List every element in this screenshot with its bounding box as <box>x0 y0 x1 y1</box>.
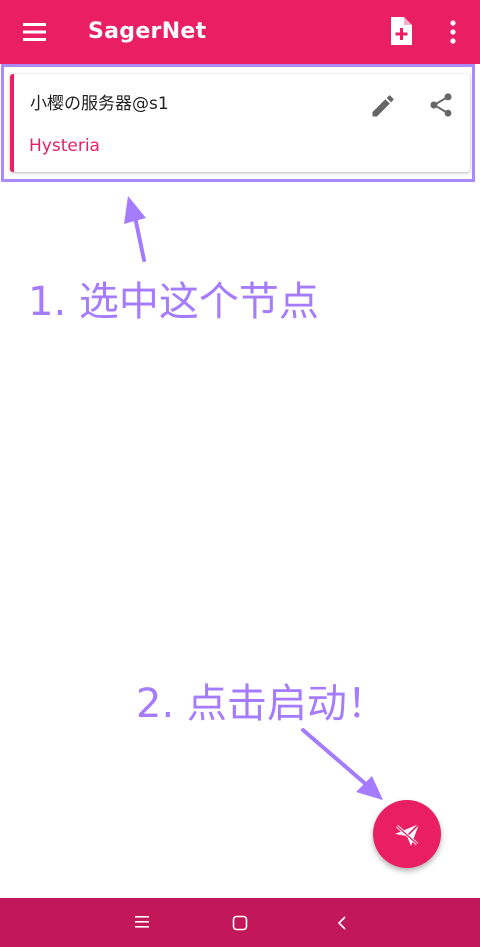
annotation-step-1: 1. 选中这个节点 <box>28 279 319 325</box>
annotation-step-2: 2. 点击启动！ <box>136 681 387 727</box>
paper-plane-icon <box>395 823 420 846</box>
system-nav-bar <box>0 898 480 947</box>
recents-icon[interactable] <box>112 898 172 947</box>
home-icon[interactable] <box>210 898 270 947</box>
back-icon[interactable] <box>312 898 372 947</box>
start-fab-button[interactable] <box>373 800 441 868</box>
